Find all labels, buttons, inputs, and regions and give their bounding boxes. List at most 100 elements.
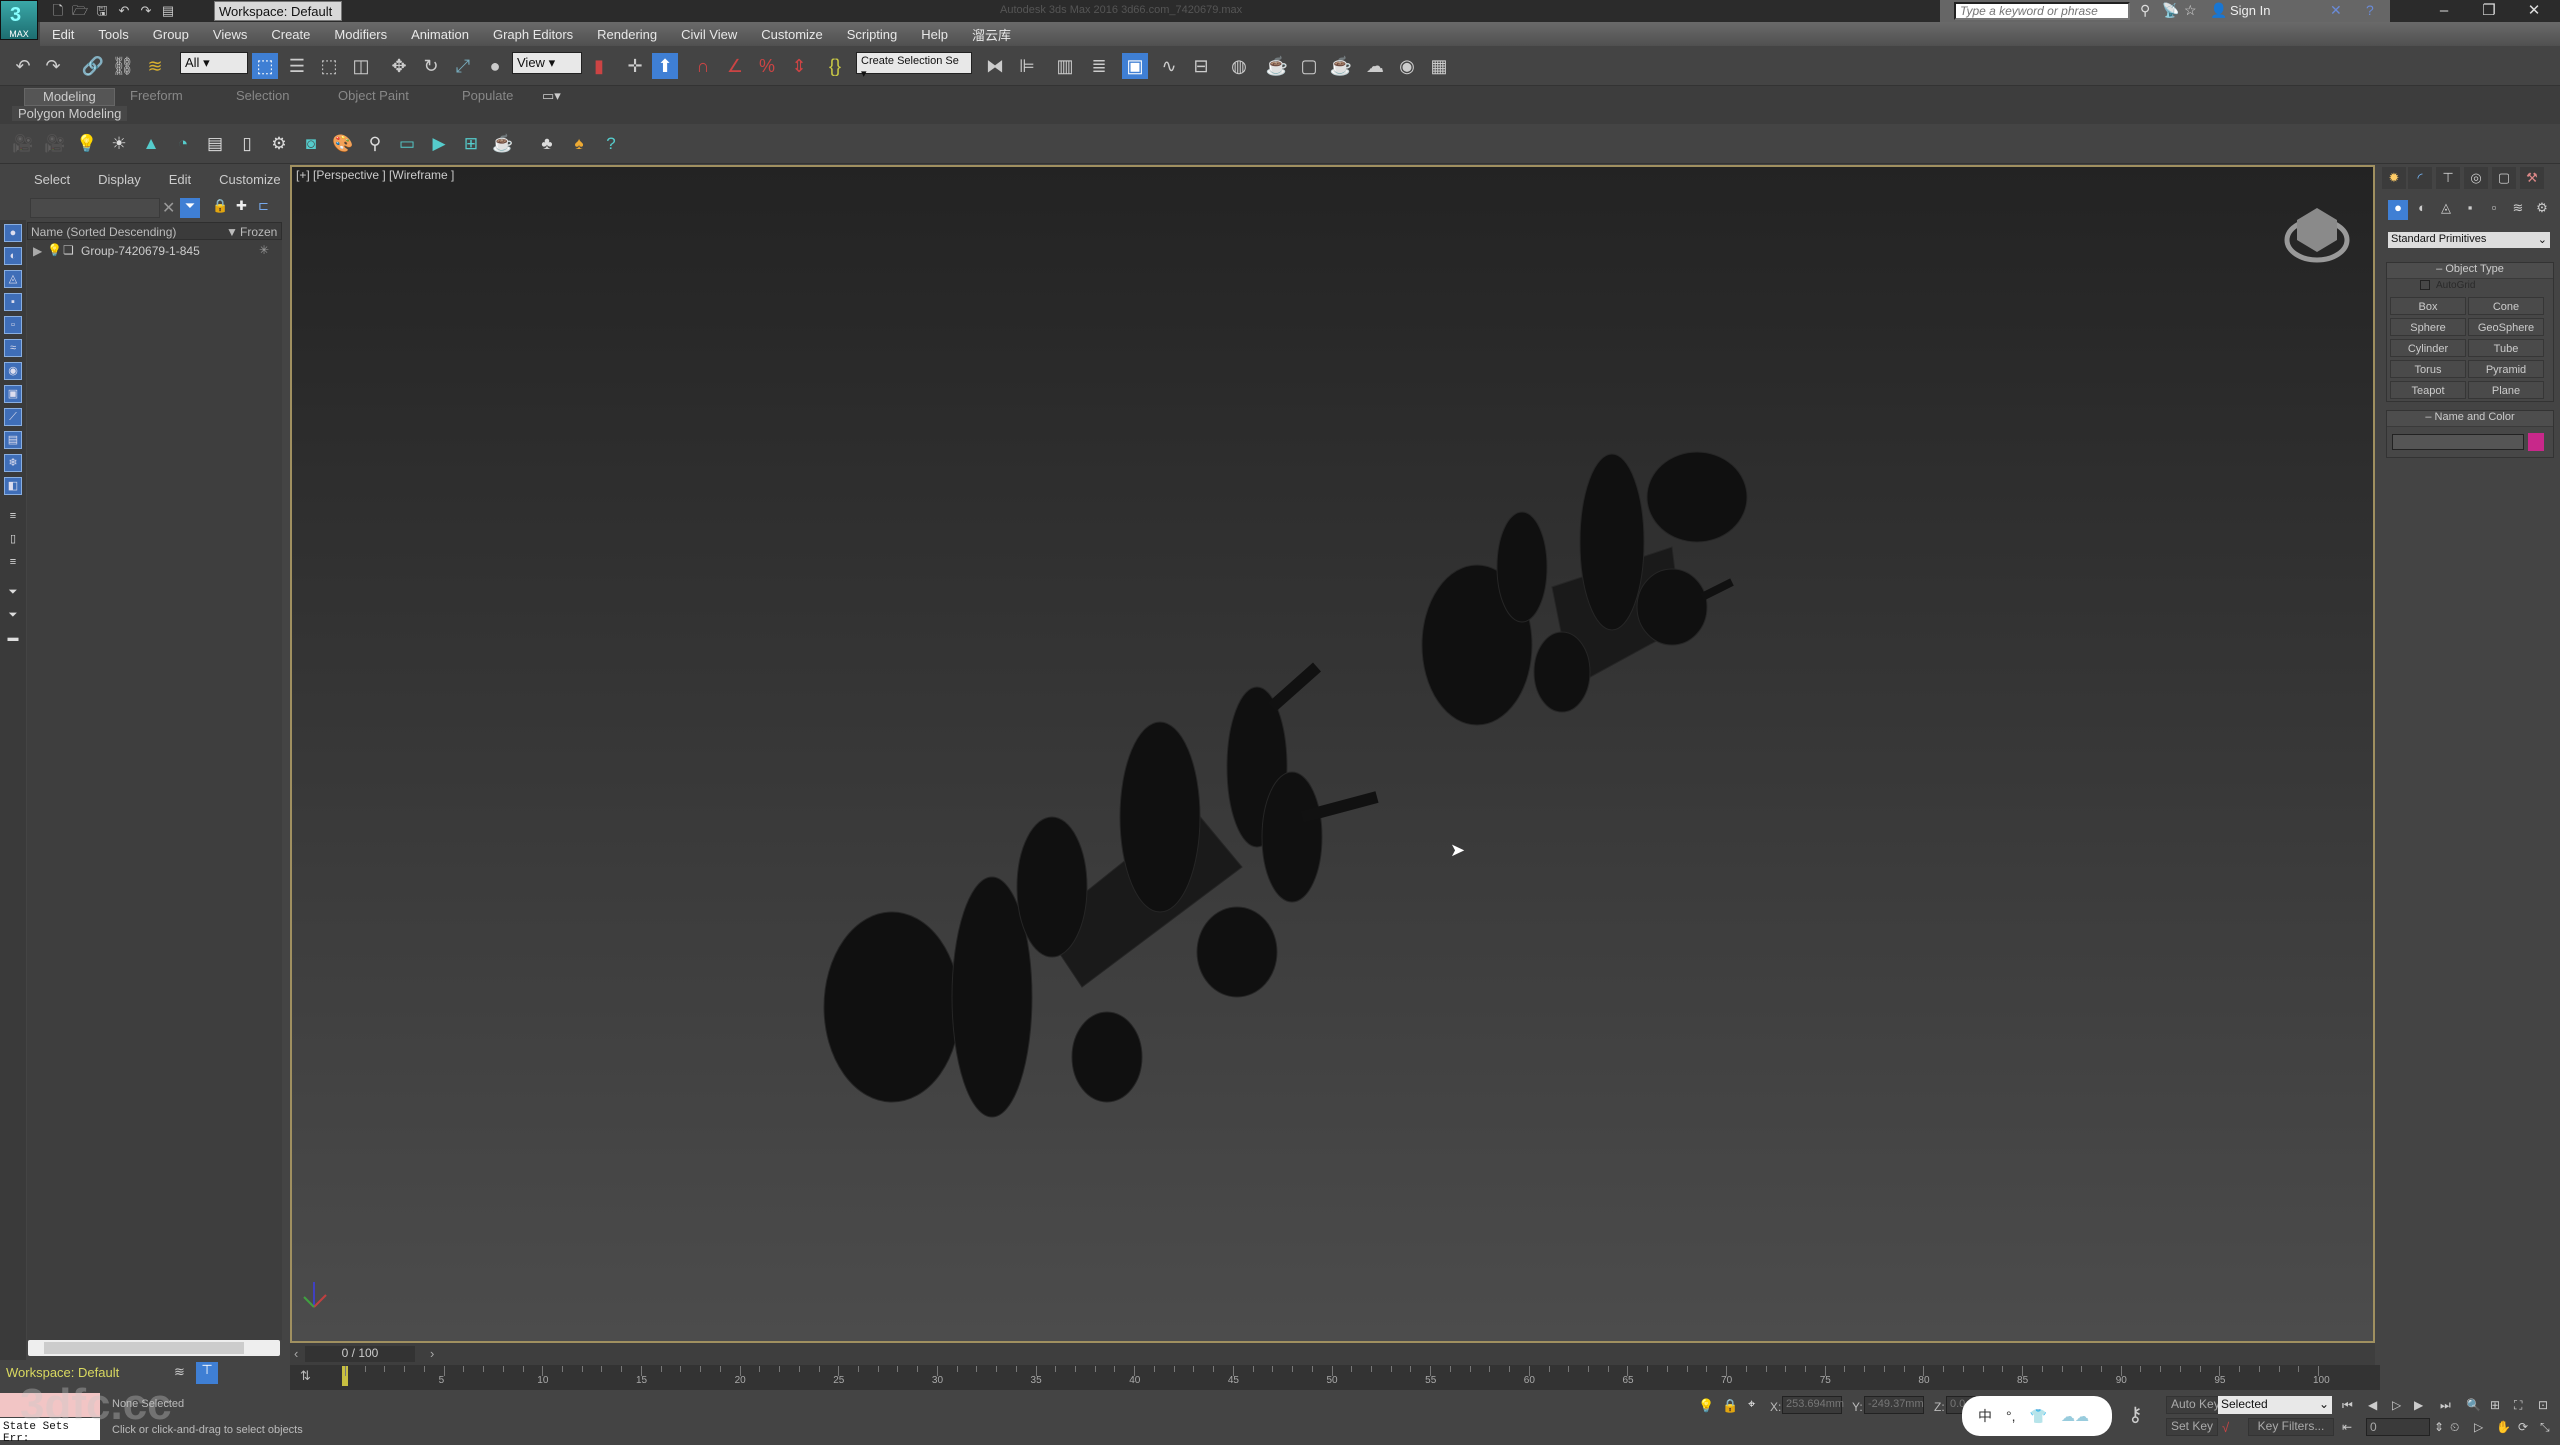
lights-icon[interactable]: ◬ [2436,200,2456,220]
spinner-snap-icon[interactable]: ⇕ [786,53,812,79]
layer-explorer-icon[interactable]: ≣ [1086,53,1112,79]
space-warps-icon[interactable]: ≋ [2508,200,2528,220]
binoculars-icon[interactable]: ⚲ [2140,2,2150,19]
favorites-star-icon[interactable]: ☆ [2184,2,2197,19]
minimize-button[interactable]: – [2420,0,2468,22]
maximize-viewport-icon[interactable]: ⤡ [2540,1420,2550,1435]
autogrid-checkbox[interactable] [2420,280,2430,290]
list-tree-icon[interactable]: ▤ [204,133,226,155]
scene-explorer-toggle-icon[interactable]: ▥ [1052,53,1078,79]
tube-button[interactable]: Tube [2468,339,2544,357]
display-geometry-icon[interactable]: ● [4,224,22,242]
selection-filter-dropdown[interactable]: All ▾ [180,52,248,74]
pyramid-button[interactable]: Pyramid [2468,360,2544,378]
select-and-move-icon[interactable]: ✥ [386,53,412,79]
menu-scripting[interactable]: Scripting [835,27,910,42]
render-production-icon[interactable]: ☕ [1328,53,1354,79]
communication-center-icon[interactable]: 📡 [2162,2,2179,19]
filter-icon[interactable]: ⏷ [4,584,22,602]
menu-create[interactable]: Create [259,27,322,42]
toggle-ribbon-icon[interactable]: ▣ [1122,53,1148,79]
add-selection-icon[interactable]: ✚ [236,198,247,214]
time-slider[interactable] [290,1343,2375,1365]
ime-toolbar[interactable]: 中 °, 👕 ☁☁ [1962,1396,2112,1436]
camera-icon[interactable]: 🎥 [12,133,34,155]
window-crossing-icon[interactable]: ◫ [348,53,374,79]
display-lights-icon[interactable]: ◬ [4,270,22,288]
material-editor-icon[interactable]: ◍ [1226,53,1252,79]
layer-icon[interactable]: ▬ [4,630,22,648]
workspace-selector[interactable]: Workspace: Default [6,1365,119,1380]
close-button[interactable]: ✕ [2510,0,2558,22]
x-coord-field[interactable]: 253.694mm [1782,1396,1844,1414]
set-key-icon[interactable]: ⚷ [2128,1402,2143,1427]
hierarchy-tab-icon[interactable]: ⊤ [2436,167,2460,189]
play-icon[interactable]: ▷ [2392,1398,2401,1412]
workspace-dropdown[interactable]: Workspace: Default ▾ [214,1,342,34]
a360-gallery-icon[interactable]: ◉ [1394,53,1420,79]
display-xrefs-icon[interactable]: ▣ [4,385,22,403]
se-menu-customize[interactable]: Customize [219,172,280,187]
tab-freeform[interactable]: Freeform [112,88,201,106]
key-mode-toggle-icon[interactable]: ⇤ [2342,1420,2352,1434]
frame-spinner-icon[interactable]: ⇕ [2434,1420,2444,1434]
menu-group[interactable]: Group [141,27,201,42]
key-mode-dropdown[interactable]: Selected ⌄ [2218,1396,2332,1414]
display-cameras-icon[interactable]: ▪ [4,293,22,311]
render-in-cloud-icon[interactable]: ☁ [1362,53,1388,79]
display-frozen-icon[interactable]: ❄ [4,454,22,472]
open-file-icon[interactable]: 🗁 [72,3,88,19]
time-slider-thumb[interactable]: 0 / 100 [305,1346,415,1362]
prev-frame-arrow-icon[interactable]: ‹ [294,1346,298,1361]
light-bulb-icon[interactable]: 💡 [76,133,98,155]
utilities-tab-icon[interactable]: ⚒ [2520,167,2544,189]
display-tab-icon[interactable]: ▢ [2492,167,2516,189]
ime-punctuation[interactable]: °, [2006,1408,2016,1424]
search-input[interactable] [1954,2,2130,20]
bulb-outline-icon[interactable]: ⚲ [364,133,386,155]
menu-plugin-library[interactable]: 溜云库 [960,25,1023,44]
display-helpers-icon[interactable]: ▫ [4,316,22,334]
hierarchy-icon[interactable]: ⊤ [196,1362,218,1384]
exchange-apps-icon[interactable]: ✕ [2330,2,2342,19]
window-icon[interactable]: ▭ [396,133,418,155]
named-selection-sets-dropdown[interactable]: Create Selection Se ▾ [856,52,972,80]
select-by-name-icon[interactable]: ☰ [284,53,310,79]
menu-civil-view[interactable]: Civil View [669,27,749,42]
cylinder-button[interactable]: Cylinder [2390,339,2466,357]
sun-icon[interactable]: ☀ [108,133,130,155]
filter-options-icon[interactable]: ⏷ [4,607,22,625]
frame-buffer-icon[interactable]: ◙ [300,133,322,155]
unlink-selection-icon[interactable]: ⛓ [110,53,136,79]
display-hidden-icon[interactable]: ◧ [4,477,22,495]
go-to-start-icon[interactable]: ⏮ [2342,1398,2353,1413]
perspective-viewport[interactable] [290,165,2375,1343]
set-key-button[interactable]: Set Key [2166,1418,2219,1436]
select-children-icon[interactable]: ⊏ [258,198,269,214]
align-icon[interactable]: ⊫ [1014,53,1040,79]
object-color-swatch[interactable] [2528,433,2544,451]
se-menu-select[interactable]: Select [34,172,70,187]
bind-to-space-warp-icon[interactable]: ≋ [142,53,168,79]
shapes-icon[interactable]: ◐ [2412,200,2432,220]
display-invert-icon[interactable]: ≡ [4,554,22,572]
display-all-icon[interactable]: ≡ [4,508,22,526]
display-none-icon[interactable]: ▯ [4,531,22,549]
polygon-modeling-panel[interactable]: Polygon Modeling [12,106,128,121]
ime-language[interactable]: 中 [1978,1406,1992,1426]
go-to-end-icon[interactable]: ⏭ [2440,1398,2451,1413]
motion-tab-icon[interactable]: ◎ [2464,167,2488,189]
menu-help[interactable]: Help [909,27,960,42]
isolate-selection-icon[interactable]: 💡 [1698,1398,1714,1414]
edit-named-selection-icon[interactable]: {} [822,53,848,79]
select-and-scale-icon[interactable]: ⤢ [450,53,476,79]
schematic-view-icon[interactable]: ⊟ [1188,53,1214,79]
select-object-icon[interactable]: ⬚ [252,53,278,79]
teapot-icon[interactable]: ☕ [492,133,514,155]
new-file-icon[interactable]: 🗋 [50,3,66,19]
save-icon[interactable]: 🖫 [94,3,110,19]
display-bones-icon[interactable]: ⟋ [4,408,22,426]
render-gear-icon[interactable]: ⚙ [268,133,290,155]
proxy-tree-icon[interactable]: ▯ [236,133,258,155]
mirror-icon[interactable]: ⧓ [982,53,1008,79]
